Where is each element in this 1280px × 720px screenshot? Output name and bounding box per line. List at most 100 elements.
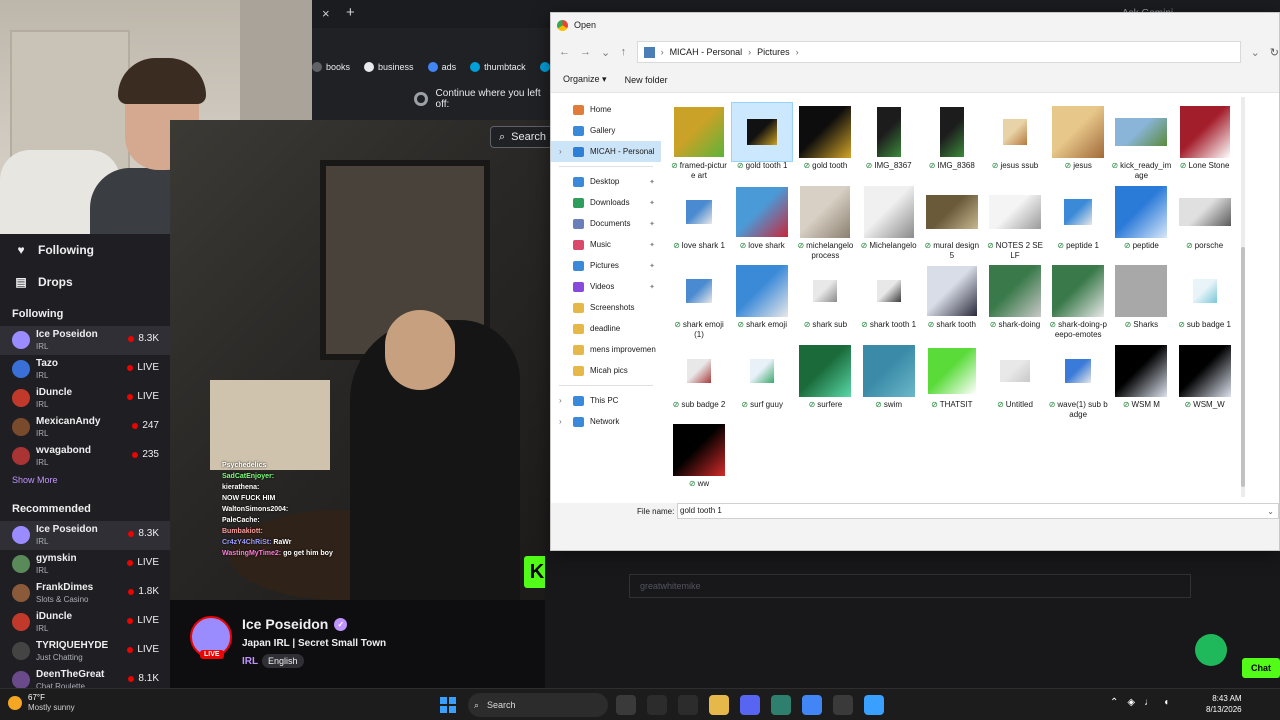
chevron-down-icon[interactable]: ⌄ [1267, 505, 1274, 519]
nav-following[interactable]: ♥ Following [0, 234, 170, 266]
file-item[interactable]: ⊘ shark emoji (1) [669, 262, 729, 342]
file-item[interactable]: ⊘ peptide 1 [1048, 183, 1108, 263]
file-item[interactable]: ⊘ Untitled [985, 342, 1045, 422]
back-arrow-icon[interactable]: ← [559, 46, 570, 58]
new-folder-button[interactable]: New folder [625, 75, 668, 85]
new-tab-button[interactable]: + [346, 4, 355, 21]
nav-pane-item[interactable]: Pictures ✦ [551, 255, 661, 276]
file-item[interactable]: ⊘ Michelangelo [859, 183, 919, 263]
nav-pane-item[interactable]: › Network [551, 411, 661, 432]
microphone-icon[interactable]: ♩ [1144, 697, 1154, 708]
notepad-icon[interactable] [678, 695, 698, 715]
support-chat-icon[interactable] [1195, 634, 1227, 666]
file-item[interactable]: ⊘ ww [669, 421, 729, 501]
file-name-input[interactable]: gold tooth 1 ⌄ [677, 503, 1279, 519]
nav-pane-item[interactable]: Music ✦ [551, 234, 661, 255]
streamer-name[interactable]: Ice Poseidon ✓ [242, 616, 348, 632]
file-item[interactable]: ⊘ gold tooth [795, 103, 855, 183]
vertical-scrollbar[interactable] [1241, 97, 1245, 497]
file-item[interactable]: ⊘ sub badge 2 [669, 342, 729, 422]
file-item[interactable]: ⊘ framed-picture art [669, 103, 729, 183]
file-item[interactable]: ⊘ shark tooth [922, 262, 982, 342]
breadcrumb-item[interactable]: MICAH - Personal [670, 47, 743, 57]
file-item[interactable]: ⊘ kick_ready_image [1111, 103, 1171, 183]
sidebar-channel[interactable]: wvagabond IRL 235 [0, 442, 170, 471]
file-item[interactable]: ⊘ love shark [732, 183, 792, 263]
sidebar-channel[interactable]: TYRIQUEHYDE Just Chatting LIVE [0, 637, 170, 666]
address-dropdown-icon[interactable]: ⌄ [1251, 46, 1260, 59]
chevron-right-icon[interactable]: › [559, 396, 562, 405]
file-item[interactable]: ⊘ Sharks [1111, 262, 1171, 342]
nav-pane-item[interactable]: Documents ✦ [551, 213, 661, 234]
bookmark-item[interactable]: books [312, 62, 350, 72]
taskbar-search[interactable]: ⌕ Search [468, 693, 608, 717]
file-item[interactable]: ⊘ swim [859, 342, 919, 422]
file-item[interactable]: ⊘ shark-doing-peepo-emotes [1048, 262, 1108, 342]
discord-icon[interactable] [740, 695, 760, 715]
chevron-right-icon[interactable]: › [559, 147, 562, 156]
chevron-right-icon[interactable]: › [559, 417, 562, 426]
windows-start-icon[interactable] [440, 697, 456, 713]
browser-search-box[interactable]: ⌕ Search [490, 126, 550, 148]
nav-pane-item[interactable]: › MICAH - Personal [551, 141, 661, 162]
nav-pane-item[interactable]: Screenshots [551, 297, 661, 318]
breadcrumb-item[interactable]: Pictures [757, 47, 790, 57]
volume-icon[interactable]: ◖ [1163, 697, 1169, 708]
sidebar-channel[interactable]: MexicanAndy IRL 247 [0, 413, 170, 442]
file-item[interactable]: ⊘ surfere [795, 342, 855, 422]
show-more-link[interactable]: Show More [0, 471, 170, 493]
sidebar-channel[interactable]: iDuncle IRL LIVE [0, 608, 170, 637]
file-explorer-icon[interactable] [709, 695, 729, 715]
chevron-up-icon[interactable]: ⌃ [1110, 697, 1118, 708]
nav-drops[interactable]: ▤ Drops [0, 266, 170, 298]
task-view-icon[interactable] [647, 695, 667, 715]
file-item[interactable]: ⊘ michelangelo process [795, 183, 855, 263]
nav-pane-item[interactable]: Downloads ✦ [551, 192, 661, 213]
nav-pane-item[interactable]: deadline [551, 318, 661, 339]
file-item[interactable]: ⊘ shark tooth 1 [859, 262, 919, 342]
stream-tag[interactable]: English [262, 654, 304, 668]
nav-pane-item[interactable]: Home [551, 99, 661, 120]
file-item[interactable]: ⊘ love shark 1 [669, 183, 729, 263]
video-player[interactable]: ⌕ Search Psychedelics SadCatEnjoyer: kier… [170, 120, 550, 600]
nav-pane-item[interactable]: Gallery [551, 120, 661, 141]
obs-icon[interactable] [833, 695, 853, 715]
file-item[interactable]: ⊘ jesus [1048, 103, 1108, 183]
app-icon[interactable] [771, 695, 791, 715]
notes-icon[interactable] [864, 695, 884, 715]
nav-pane-item[interactable]: mens improvemen [551, 339, 661, 360]
file-item[interactable]: ⊘ sub badge 1 [1175, 262, 1235, 342]
sidebar-channel[interactable]: Ice Poseidon IRL 8.3K [0, 521, 170, 550]
file-item[interactable]: ⊘ wave(1) sub badge [1048, 342, 1108, 422]
bookmark-item[interactable]: ads [427, 62, 456, 72]
chat-input[interactable]: greatwhitemike [629, 574, 1191, 598]
nav-pane-item[interactable]: Videos ✦ [551, 276, 661, 297]
clock[interactable]: 8:43 AM 8/13/2026 [1206, 693, 1242, 715]
sidebar-channel[interactable]: Ice Poseidon IRL 8.3K [0, 326, 170, 355]
file-item[interactable]: ⊘ porsche [1175, 183, 1235, 263]
file-item[interactable]: ⊘ shark-doing [985, 262, 1045, 342]
file-item[interactable]: ⊘ THATSIT [922, 342, 982, 422]
file-item[interactable]: ⊘ IMG_8368 [922, 103, 982, 183]
sidebar-channel[interactable]: Tazo IRL LIVE [0, 355, 170, 384]
weather-widget[interactable]: 67°F Mostly sunny [8, 693, 75, 713]
file-item[interactable]: ⊘ mural design 5 [922, 183, 982, 263]
file-item[interactable]: ⊘ surf guuy [732, 342, 792, 422]
nav-pane-item[interactable]: › This PC [551, 390, 661, 411]
address-bar[interactable]: › MICAH - Personal › Pictures › [636, 41, 1241, 63]
nav-pane-item[interactable]: Micah pics [551, 360, 661, 381]
bookmark-item[interactable]: thumbtack [470, 62, 526, 72]
file-item[interactable]: ⊘ WSM_W [1175, 342, 1235, 422]
file-item[interactable]: ⊘ NOTES 2 SELF [985, 183, 1045, 263]
file-item[interactable]: ⊘ gold tooth 1 [731, 102, 794, 183]
scrollbar-thumb[interactable] [1241, 247, 1245, 487]
chat-button[interactable]: Chat [1242, 658, 1280, 678]
file-item[interactable]: ⊘ shark emoji [732, 262, 792, 342]
chrome-icon[interactable] [802, 695, 822, 715]
widgets-icon[interactable] [616, 695, 636, 715]
stream-category[interactable]: IRL [242, 656, 258, 667]
file-item[interactable]: ⊘ Lone Stone [1175, 103, 1235, 183]
file-item[interactable]: ⊘ WSM M [1111, 342, 1171, 422]
forward-arrow-icon[interactable]: → [580, 46, 591, 58]
history-chevron-icon[interactable]: ⌄ [601, 46, 610, 59]
